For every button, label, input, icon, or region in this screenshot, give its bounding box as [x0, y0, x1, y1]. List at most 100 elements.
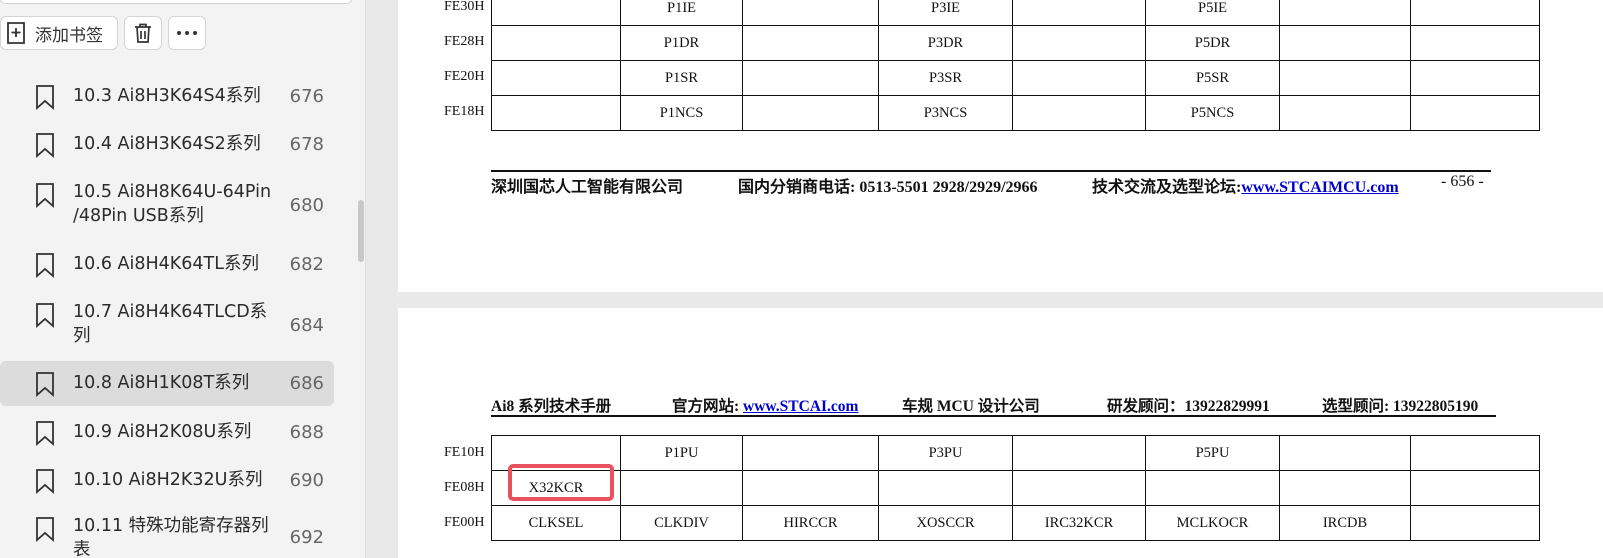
bookmark-item-active[interactable]: 10.8 Ai8H1K08T系列 686 — [0, 361, 334, 406]
register-table: P1PU P3PU P5PU X32KCR CLKSEL CLKDIV HIRCCR XO… — [491, 435, 1540, 541]
bookmark-page: 686 — [289, 373, 324, 394]
bookmark-item[interactable]: 10.4 Ai8H3K64S2系列 678 — [0, 126, 334, 162]
table-cell — [1410, 505, 1540, 541]
pdf-page: FE30H FE28H FE20H FE18H P1IE P3IE P5IE P1D… — [398, 0, 1603, 292]
bookmark-title: 10.10 Ai8H2K32U系列 — [73, 470, 263, 490]
table-cell: P5NCS — [1145, 95, 1280, 131]
table-cell — [1012, 25, 1146, 61]
table-cell — [1279, 0, 1411, 26]
bookmark-title: 10.6 Ai8H4K64TL系列 — [73, 254, 259, 274]
register-address: FE10H — [444, 445, 485, 460]
footer-forum: 技术交流及选型论坛:www.STCAIMCU.com — [1092, 173, 1399, 197]
bookmark-item[interactable]: 10.3 Ai8H3K64S4系列 676 — [0, 78, 334, 114]
site-link[interactable]: www.STCAI.com — [743, 398, 858, 415]
table-cell — [1410, 60, 1540, 96]
page-number: - 656 - — [1441, 173, 1484, 190]
table-cell: P5DR — [1145, 25, 1280, 61]
pdf-page: Ai8 系列技术手册 官方网站: www.STCAI.com 车规 MCU 设计… — [398, 308, 1603, 558]
table-cell — [1410, 470, 1540, 506]
bookmark-item[interactable]: 10.11 特殊功能寄存器列表 692 — [0, 510, 334, 558]
table-cell — [1279, 95, 1411, 131]
table-cell: P3NCS — [878, 95, 1013, 131]
bookmark-page: 684 — [289, 315, 324, 336]
search-input[interactable] — [0, 0, 352, 4]
pdf-reader-window: 添加书签 10.3 Ai8H3K64S4系列 676 10.4 Ai8H3K64… — [0, 0, 1603, 558]
table-cell — [742, 95, 879, 131]
more-options-button[interactable] — [168, 16, 206, 50]
bookmark-title: 10.7 Ai8H4K64TLCD系列 — [73, 302, 268, 346]
table-cell: P1IE — [620, 0, 743, 26]
bookmark-title: 10.4 Ai8H3K64S2系列 — [73, 134, 261, 154]
bookmark-item[interactable]: 10.7 Ai8H4K64TLCD系列 684 — [0, 294, 334, 358]
bookmark-icon — [35, 302, 55, 328]
table-row: P1SR P3SR P5SR — [491, 60, 1540, 96]
bookmark-item[interactable]: 10.9 Ai8H2K08U系列 688 — [0, 414, 334, 450]
table-cell: P3SR — [878, 60, 1013, 96]
add-bookmark-icon — [5, 21, 27, 45]
bookmark-icon — [35, 516, 55, 542]
table-cell — [1410, 25, 1540, 61]
forum-link[interactable]: www.STCAIMCU.com — [1241, 179, 1398, 196]
bookmark-item[interactable]: 10.5 Ai8H8K64U-64Pin /48Pin USB系列 680 — [0, 174, 334, 238]
table-cell — [1410, 435, 1540, 471]
bookmark-item[interactable]: 10.6 Ai8H4K64TL系列 682 — [0, 246, 334, 282]
footer-company: 深圳国芯人工智能有限公司 — [491, 179, 684, 196]
header-site: 官方网站: www.STCAI.com — [672, 394, 858, 416]
table-row: P1IE P3IE P5IE — [491, 0, 1540, 26]
bookmark-page: 680 — [289, 195, 324, 216]
table-cell: P3DR — [878, 25, 1013, 61]
table-cell: MCLKOCR — [1145, 505, 1280, 541]
bookmark-title: 10.9 Ai8H2K08U系列 — [73, 422, 252, 442]
bookmark-page: 678 — [289, 134, 324, 155]
table-cell — [1279, 25, 1411, 61]
table-cell — [1012, 470, 1146, 506]
bookmark-icon — [35, 182, 55, 208]
table-cell: P5PU — [1145, 435, 1280, 471]
delete-bookmark-button[interactable] — [124, 16, 162, 50]
footer-phone: 国内分销商电话: 0513-5501 2928/2929/2966 — [738, 179, 1038, 196]
register-table: P1IE P3IE P5IE P1DR P3DR P5DR P1SR P3SR P5SR P… — [491, 0, 1540, 131]
table-cell — [1410, 0, 1540, 26]
table-cell — [1012, 435, 1146, 471]
header-manual: Ai8 系列技术手册 — [491, 398, 612, 415]
add-bookmark-button[interactable]: 添加书签 — [0, 16, 118, 50]
bookmark-page: 692 — [289, 527, 324, 548]
table-row: X32KCR — [491, 470, 1540, 506]
bookmark-item[interactable]: 10.10 Ai8H2K32U系列 690 — [0, 462, 334, 498]
document-viewer[interactable]: FE30H FE28H FE20H FE18H P1IE P3IE P5IE P1D… — [366, 0, 1603, 558]
footer-rule — [491, 170, 1491, 172]
bookmark-page: 688 — [289, 422, 324, 443]
table-cell: XOSCCR — [878, 505, 1013, 541]
bookmark-toolbar: 添加书签 — [0, 16, 206, 52]
table-cell: P1NCS — [620, 95, 743, 131]
table-cell — [1012, 95, 1146, 131]
register-address: FE28H — [444, 34, 485, 49]
table-cell: P5IE — [1145, 0, 1280, 26]
table-cell — [1145, 470, 1280, 506]
bookmark-title: 10.5 Ai8H8K64U-64Pin /48Pin USB系列 — [73, 182, 272, 226]
table-cell: IRCDB — [1279, 505, 1411, 541]
table-cell — [1279, 435, 1411, 471]
register-address: FE20H — [444, 69, 485, 84]
table-row: P1PU P3PU P5PU — [491, 435, 1540, 471]
register-address: FE08H — [444, 480, 485, 495]
header-rd-advisor: 研发顾问：13922829991 — [1107, 398, 1270, 415]
table-cell: P1SR — [620, 60, 743, 96]
sidebar-scrollbar[interactable] — [358, 200, 364, 262]
register-address: FE18H — [444, 104, 485, 119]
table-cell — [491, 60, 621, 96]
table-cell: P1DR — [620, 25, 743, 61]
table-cell — [491, 95, 621, 131]
table-cell: P3IE — [878, 0, 1013, 26]
table-cell — [742, 25, 879, 61]
bookmark-icon — [35, 468, 55, 494]
table-cell — [1012, 60, 1146, 96]
header-design: 车规 MCU 设计公司 — [902, 398, 1040, 415]
table-cell: HIRCCR — [742, 505, 879, 541]
bookmark-page: 690 — [289, 470, 324, 491]
table-cell: CLKSEL — [491, 505, 621, 541]
bookmark-icon — [35, 84, 55, 110]
bookmark-page: 682 — [289, 254, 324, 275]
table-row: P1NCS P3NCS P5NCS — [491, 95, 1540, 131]
header-rule — [491, 415, 1496, 417]
